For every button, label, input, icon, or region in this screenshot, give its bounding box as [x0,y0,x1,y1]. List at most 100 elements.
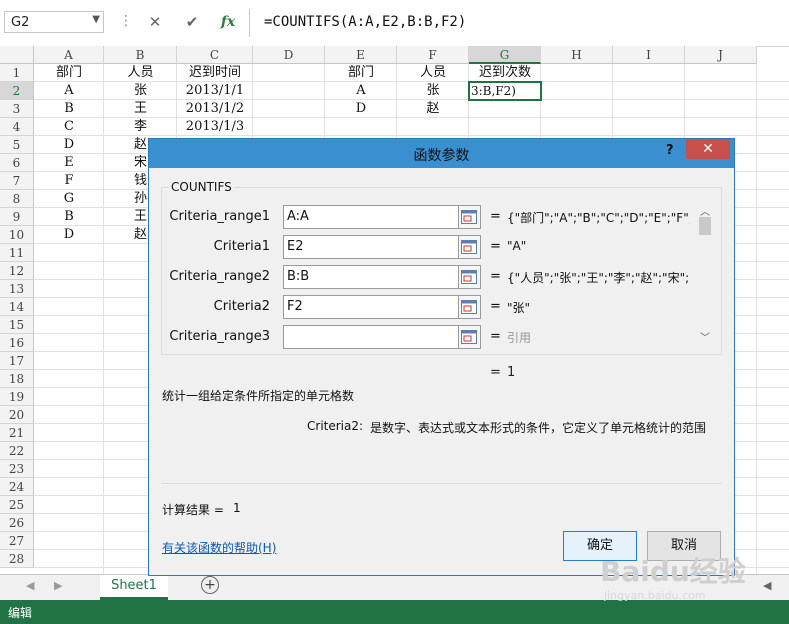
scrollbar-thumb[interactable] [699,217,711,235]
row-header-4[interactable]: 4 [0,118,34,136]
row-header-28[interactable]: 28 [0,550,34,568]
cell-e3[interactable]: D [325,100,397,118]
cell-a5[interactable]: D [34,136,104,154]
cancel-icon[interactable]: ✕ [143,10,167,34]
column-header-a[interactable]: A [34,46,104,64]
function-help-link[interactable]: 有关该函数的帮助(H) [162,539,276,556]
collapse-dialog-button[interactable] [459,235,481,259]
cell-a6[interactable]: E [34,154,104,172]
row-header-16[interactable]: 16 [0,334,34,352]
row-header-12[interactable]: 12 [0,262,34,280]
close-icon[interactable]: ✕ [686,139,730,159]
dialog-title-bar[interactable]: 函数参数 ? ✕ [149,139,734,168]
row-header-1[interactable]: 1 [0,64,34,82]
scroll-left-icon[interactable]: ◀ [763,579,771,592]
sheet-tab-sheet1[interactable]: Sheet1 [100,575,168,600]
column-header-e[interactable]: E [325,46,397,64]
column-header-f[interactable]: F [397,46,469,64]
row-header-18[interactable]: 18 [0,370,34,388]
arguments-scrollbar[interactable]: ︿ ﹀ [696,203,714,347]
arg-input-criteria-range2[interactable]: B:B [283,265,459,289]
cell-f2[interactable]: 张 [397,82,469,100]
cell-a8[interactable]: G [34,190,104,208]
grid-line [756,64,757,574]
range-select-icon [461,210,477,224]
range-select-icon [461,300,477,314]
cell-b2[interactable]: 张 [104,82,177,100]
watermark-logo: Baidu经验 [600,555,746,588]
cell-c4[interactable]: 2013/1/3 [177,118,253,136]
row-header-3[interactable]: 3 [0,100,34,118]
cell-a1[interactable]: 部门 [34,64,104,82]
cell-a9[interactable]: B [34,208,104,226]
cell-c3[interactable]: 2013/1/2 [177,100,253,118]
cell-a4[interactable]: C [34,118,104,136]
row-header-24[interactable]: 24 [0,478,34,496]
help-icon[interactable]: ? [666,143,674,158]
arg-input-criteria-range1[interactable]: A:A [283,205,459,229]
chevron-down-icon[interactable]: ﹀ [700,329,710,344]
arg-input-criteria1[interactable]: E2 [283,235,459,259]
name-box[interactable]: G2 ▼ [4,11,104,33]
column-header-b[interactable]: B [104,46,177,64]
formula-text: =COUNTIFS(A:A,E2,B:B,F2) [264,14,467,30]
row-header-26[interactable]: 26 [0,514,34,532]
collapse-dialog-button[interactable] [459,295,481,319]
row-header-5[interactable]: 5 [0,136,34,154]
cell-c1[interactable]: 迟到时间 [177,64,253,82]
column-header-j[interactable]: J [685,46,757,64]
row-header-7[interactable]: 7 [0,172,34,190]
row-header-13[interactable]: 13 [0,280,34,298]
column-header-g[interactable]: G [469,46,541,64]
collapse-dialog-button[interactable] [459,325,481,349]
formula-input[interactable]: =COUNTIFS(A:A,E2,B:B,F2) [249,9,789,37]
arg-input-criteria-range3[interactable] [283,325,459,349]
row-header-20[interactable]: 20 [0,406,34,424]
cell-b4[interactable]: 李 [104,118,177,136]
cell-f3[interactable]: 赵 [397,100,469,118]
cell-e1[interactable]: 部门 [325,64,397,82]
cell-f1[interactable]: 人员 [397,64,469,82]
cell-c2[interactable]: 2013/1/1 [177,82,253,100]
row-header-27[interactable]: 27 [0,532,34,550]
column-header-h[interactable]: H [541,46,613,64]
column-header-c[interactable]: C [177,46,253,64]
cell-b3[interactable]: 王 [104,100,177,118]
collapse-dialog-button[interactable] [459,265,481,289]
select-all-corner[interactable] [0,46,34,64]
arg-label-criteria1: Criteria1 [213,239,270,254]
row-header-10[interactable]: 10 [0,226,34,244]
row-header-23[interactable]: 23 [0,460,34,478]
add-sheet-button[interactable]: + [201,576,219,594]
scroll-right-icon[interactable]: ▶ [54,579,62,592]
insert-function-icon[interactable]: fx [216,10,240,34]
scroll-left-icon[interactable]: ◀ [26,579,34,592]
row-header-8[interactable]: 8 [0,190,34,208]
arg-input-criteria2[interactable]: F2 [283,295,459,319]
chevron-down-icon[interactable]: ▼ [92,14,100,25]
row-header-22[interactable]: 22 [0,442,34,460]
cell-a3[interactable]: B [34,100,104,118]
column-header-d[interactable]: D [253,46,325,64]
cell-b1[interactable]: 人员 [104,64,177,82]
collapse-dialog-button[interactable] [459,205,481,229]
cell-e2[interactable]: A [325,82,397,100]
row-header-2[interactable]: 2 [0,82,34,100]
row-header-9[interactable]: 9 [0,208,34,226]
row-header-15[interactable]: 15 [0,316,34,334]
row-header-25[interactable]: 25 [0,496,34,514]
column-header-i[interactable]: I [613,46,685,64]
row-header-14[interactable]: 14 [0,298,34,316]
row-header-19[interactable]: 19 [0,388,34,406]
row-header-17[interactable]: 17 [0,352,34,370]
enter-icon[interactable]: ✔ [180,10,204,34]
cell-a7[interactable]: F [34,172,104,190]
row-header-21[interactable]: 21 [0,424,34,442]
row-header-11[interactable]: 11 [0,244,34,262]
row-header-6[interactable]: 6 [0,154,34,172]
cell-g2-editing[interactable]: 3:B,F2) [469,82,543,100]
cell-a10[interactable]: D [34,226,104,244]
cell-g1[interactable]: 迟到次数 [469,64,541,82]
chevron-up-icon[interactable]: ︿ [700,203,710,218]
cell-a2[interactable]: A [34,82,104,100]
